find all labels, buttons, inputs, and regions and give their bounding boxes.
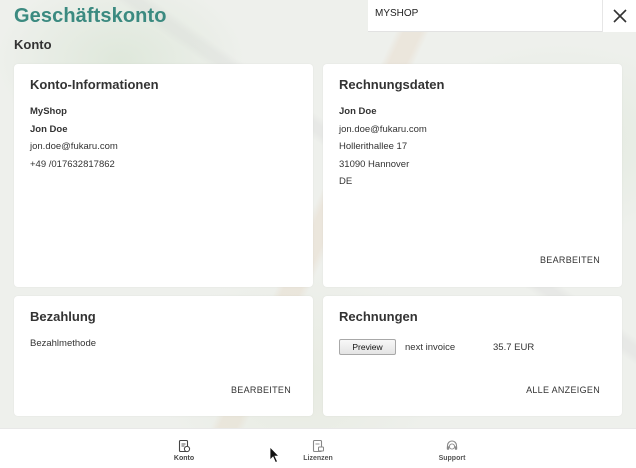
billing-country: DE xyxy=(339,176,353,187)
invoices-card: Rechnungen Preview next invoice 35.7 EUR… xyxy=(323,296,622,416)
billing-city: 31090 Hannover xyxy=(339,158,410,170)
billing-email: jon.doe@fukaru.com xyxy=(339,123,427,135)
license-doc-icon xyxy=(312,439,324,453)
shop-selector[interactable]: MYSHOP xyxy=(368,0,602,32)
bottom-nav: Konto Lizenzen Support xyxy=(0,428,636,468)
account-doc-icon xyxy=(178,439,191,453)
nav-item-support[interactable]: Support xyxy=(422,429,482,468)
nav-label-konto: Konto xyxy=(173,455,195,462)
invoices-title: Rechnungen xyxy=(339,309,418,324)
nav-item-konto[interactable]: Konto xyxy=(154,429,214,468)
account-info-card: Konto-Informationen MyShop Jon Doe jon.d… xyxy=(14,64,313,287)
billing-street: Hollerithallee 17 xyxy=(339,141,408,152)
account-info-title: Konto-Informationen xyxy=(30,77,159,92)
payment-card: Bezahlung Bezahlmethode BEARBEITEN xyxy=(14,296,313,416)
mouse-cursor-icon xyxy=(269,446,280,464)
next-invoice-label: next invoice xyxy=(405,342,456,353)
payment-edit-button[interactable]: BEARBEITEN xyxy=(231,385,291,395)
payment-method-label: Bezahlmethode xyxy=(30,338,97,349)
show-all-invoices-button[interactable]: ALLE ANZEIGEN xyxy=(526,385,600,395)
billing-edit-button[interactable]: BEARBEITEN xyxy=(540,255,600,265)
payment-title: Bezahlung xyxy=(30,309,96,324)
nav-label-support: Support xyxy=(438,455,466,462)
close-button[interactable] xyxy=(602,0,636,32)
shop-name: MYSHOP xyxy=(375,8,419,19)
account-email: jon.doe@fukaru.com xyxy=(30,141,118,152)
close-icon xyxy=(612,9,627,23)
next-invoice-amount: 35.7 EUR xyxy=(493,342,535,353)
section-title: Konto xyxy=(14,37,52,52)
nav-item-lizenzen[interactable]: Lizenzen xyxy=(288,429,348,468)
account-owner-name: Jon Doe xyxy=(30,123,68,135)
page-title: Geschäftskonto xyxy=(14,5,167,27)
account-phone: +49 /017632817862 xyxy=(30,158,115,170)
account-shop-name: MyShop xyxy=(30,106,67,117)
billing-name: Jon Doe xyxy=(339,106,377,117)
billing-title: Rechnungsdaten xyxy=(339,77,445,92)
billing-card: Rechnungsdaten Jon Doe jon.doe@fukaru.co… xyxy=(323,64,622,287)
support-headset-icon xyxy=(446,440,458,450)
nav-label-lizenzen: Lizenzen xyxy=(303,455,333,462)
preview-button[interactable]: Preview xyxy=(339,339,396,355)
